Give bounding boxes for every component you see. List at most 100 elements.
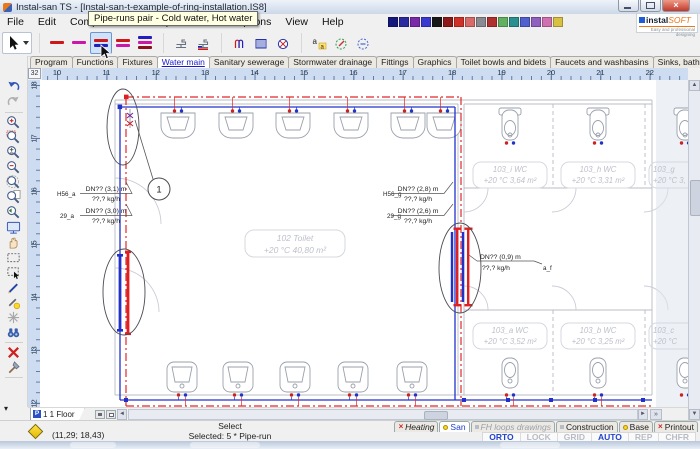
palette-swatch[interactable] [465,17,475,27]
module-tab-heating[interactable]: ×Heating [394,421,438,432]
module-tab-printout[interactable]: ×Printout [654,421,698,432]
scroll-right-icon[interactable]: ► [638,409,648,420]
palette-swatch[interactable] [531,17,541,27]
sheet-label: 1 1 Floor [43,410,75,419]
tab-program[interactable]: Program [30,56,73,68]
pipe-runs-triple-button[interactable] [134,32,156,54]
scroll-up-icon[interactable]: ▲ [689,80,700,91]
pan-icon[interactable] [6,235,21,250]
more-icon[interactable]: ▾ [4,404,8,413]
tab-stormwater-drainage[interactable]: Stormwater drainage [288,56,377,68]
maximize-button[interactable] [640,0,661,12]
edit-area-button[interactable] [330,32,352,54]
horizontal-scroll-thumb[interactable] [424,411,448,420]
menu-help[interactable]: Help [315,16,351,28]
redo-icon[interactable] [6,95,21,110]
drawing-area[interactable]: 102 Toilet +20 °C 40,80 m² 103_i WC +20 … [40,80,688,407]
palette-swatch[interactable] [498,17,508,27]
draw-line-icon[interactable] [6,280,21,295]
riser-left-selected[interactable] [117,251,131,336]
palette-swatch[interactable] [388,17,398,27]
palette-swatch[interactable] [542,17,552,27]
pipe-runs-pair-hot-circ-button[interactable] [112,32,134,54]
radiator-button[interactable] [250,32,272,54]
cursor-coordinates: (11,29; 18,43) [52,430,104,440]
ruler-number: 16 [30,186,39,198]
descriptions-button[interactable]: aa [308,32,330,54]
disconnect-icon[interactable] [6,310,21,325]
module-tab-label: Printout [665,422,694,432]
palette-swatch[interactable] [454,17,464,27]
zoom-out-icon[interactable] [6,160,21,175]
washbasins[interactable] [161,113,461,138]
palette-swatch[interactable] [443,17,453,27]
svg-text:DN?? (2,6) m: DN?? (2,6) m [398,208,439,215]
pipe-run-circulation-button[interactable] [68,32,90,54]
chevron-down-icon[interactable] [23,41,29,45]
pipe-run-hot-water-button[interactable] [46,32,68,54]
heater-coil-button[interactable] [228,32,250,54]
zoom-window-icon[interactable] [6,130,21,145]
module-tab-label: FH loops drawings [481,422,551,432]
tab-fittings[interactable]: Fittings [376,56,413,68]
zoom-factor-icon[interactable] [6,145,21,160]
cut-icon[interactable] [6,360,21,375]
tab-sanitary-sewerage[interactable]: Sanitary sewerage [209,56,289,68]
palette-swatch[interactable] [509,17,519,27]
menu-file[interactable]: File [0,16,31,28]
scroll-left-icon[interactable]: ◄ [117,409,127,420]
tab-faucets-and-washbasins[interactable]: Faucets and washbasins [550,56,654,68]
select-area-icon[interactable] [6,250,21,265]
horizontal-scrollbar[interactable] [128,409,638,420]
sheet-add-button[interactable] [106,410,116,419]
palette-swatch[interactable] [553,17,563,27]
find-icon[interactable] [6,325,21,340]
vertical-scroll-thumb[interactable] [690,180,700,216]
scroll-down-icon[interactable]: ▼ [689,409,700,420]
module-tab-base[interactable]: Base [619,421,653,432]
tab-water-main[interactable]: Water main [157,56,210,68]
tab-toilet-bowls-and-bidets[interactable]: Toilet bowls and bidets [456,56,552,68]
undo-icon[interactable] [6,80,21,95]
module-tab-san[interactable]: San [439,421,469,432]
tab-fixtures[interactable]: Fixtures [117,56,157,68]
riser-right-selected[interactable] [451,228,473,307]
urinals[interactable] [167,362,427,392]
palette-swatch[interactable] [520,17,530,27]
menu-view[interactable]: View [278,16,315,28]
palette-swatch[interactable] [487,17,497,27]
drawing-canvas[interactable]: 102 Toilet +20 °C 40,80 m² 103_i WC +20 … [40,80,688,407]
zoom-previous-icon[interactable] [6,205,21,220]
mixing-valve-button[interactable] [272,32,294,54]
delete-icon[interactable] [6,345,21,360]
fit-to-screen-icon[interactable] [6,220,21,235]
vertical-scrollbar[interactable]: ▲ ▼ [688,80,700,420]
zoom-in-icon[interactable] [6,115,21,130]
palette-swatch[interactable] [421,17,431,27]
select-element-icon[interactable] [6,265,21,280]
close-button[interactable]: × [662,0,690,12]
module-tab-construction[interactable]: Construction [556,421,618,432]
highlight-icon[interactable] [6,295,21,310]
draw-off-pair-button[interactable] [192,32,214,54]
tab-sinks-bathtubs-and-showers[interactable]: Sinks, bathtubs and showers [653,56,700,68]
select-tool-button[interactable] [2,32,32,54]
pipe-hot-water[interactable] [126,97,652,406]
palette-swatch[interactable] [476,17,486,27]
pane-split-button[interactable]: » [650,409,662,420]
separator [156,33,164,53]
area-button[interactable] [352,32,374,54]
zoom-page-icon[interactable] [6,190,21,205]
palette-swatch[interactable] [432,17,442,27]
desktop-strip [0,441,700,449]
pipe-cold-water[interactable] [120,107,652,400]
menu-edit[interactable]: Edit [31,16,63,28]
minimize-button[interactable] [618,0,639,12]
palette-swatch[interactable] [410,17,420,27]
tab-graphics[interactable]: Graphics [413,56,457,68]
draw-off-point-button[interactable] [170,32,192,54]
zoom-extents-icon[interactable] [6,175,21,190]
module-tab-fh-loops-drawings[interactable]: FH loops drawings [471,421,555,432]
palette-swatch[interactable] [399,17,409,27]
sheet-list-button[interactable] [95,410,105,419]
